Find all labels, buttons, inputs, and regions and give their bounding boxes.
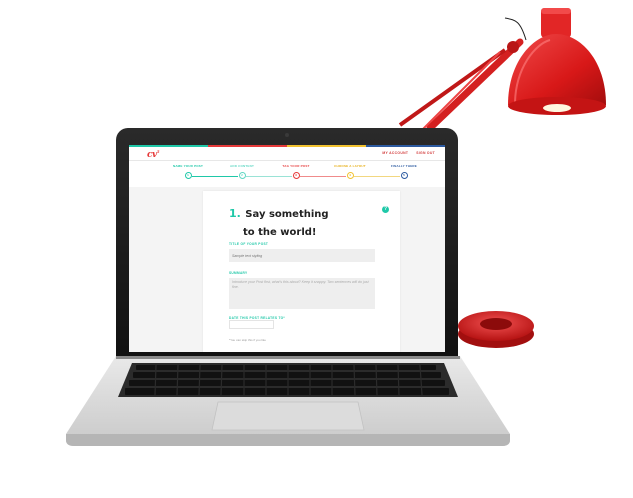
summary-textarea[interactable]: Introduce your Post first, what's this a… bbox=[229, 278, 375, 309]
keyboard-keys bbox=[125, 365, 449, 395]
step-finally-there[interactable]: FINALLY THERE 5 bbox=[384, 164, 424, 179]
top-navigation: cv5 MY ACCOUNT SIGN OUT bbox=[129, 145, 445, 161]
heading-line-1: Say something bbox=[245, 209, 329, 220]
webcam bbox=[285, 133, 289, 137]
date-input[interactable] bbox=[229, 320, 274, 329]
help-icon[interactable]: ? bbox=[382, 206, 389, 213]
step-tag-your-post[interactable]: TAG YOUR POST 3 bbox=[276, 164, 316, 179]
sign-out-link[interactable]: SIGN OUT bbox=[416, 151, 435, 155]
trackpad bbox=[211, 401, 365, 431]
title-input[interactable] bbox=[229, 249, 375, 262]
color-strip bbox=[129, 145, 445, 147]
logo[interactable]: cv5 bbox=[147, 149, 160, 160]
date-hint: *You can skip this if you like bbox=[229, 338, 266, 342]
nav-links: MY ACCOUNT SIGN OUT bbox=[382, 151, 435, 155]
step-name-your-post[interactable]: NAME YOUR POST 1 bbox=[168, 164, 208, 179]
laptop-lid: cv5 MY ACCOUNT SIGN OUT NAME YOUR POST 1… bbox=[116, 128, 458, 361]
progress-steps: NAME YOUR POST 1 ADD CONTENT 2 TAG YOUR … bbox=[129, 161, 445, 187]
post-form-card: 1. Say something to the world! ? TITLE O… bbox=[203, 191, 400, 352]
laptop-screen: cv5 MY ACCOUNT SIGN OUT NAME YOUR POST 1… bbox=[129, 145, 445, 352]
heading-line-2: to the world! bbox=[243, 227, 317, 238]
title-label: TITLE OF YOUR POST bbox=[229, 242, 269, 246]
my-account-link[interactable]: MY ACCOUNT bbox=[382, 151, 408, 155]
laptop-keyboard-base bbox=[66, 356, 510, 446]
summary-label: SUMMARY bbox=[229, 271, 248, 275]
step-number: 1. bbox=[229, 207, 241, 220]
step-choose-a-layout[interactable]: CHOOSE A LAYOUT 4 bbox=[330, 164, 370, 179]
form-heading: 1. Say something to the world! bbox=[229, 204, 359, 240]
step-add-content[interactable]: ADD CONTENT 2 bbox=[222, 164, 262, 179]
